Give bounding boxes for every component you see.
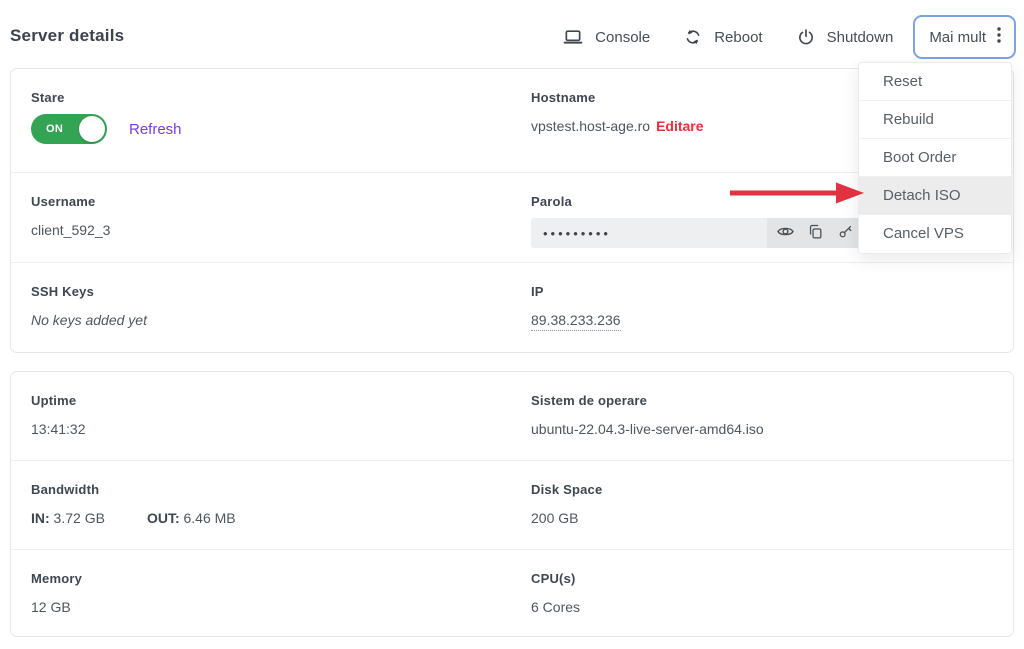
power-icon [797,28,815,46]
bandwidth-field: Bandwidth IN: 3.72 GB OUT: 6.46 MB [31,482,236,526]
ssh-keys-value: No keys added yet [31,312,147,328]
bandwidth-value: IN: 3.72 GB OUT: 6.46 MB [31,510,236,526]
row-uptime-os: Uptime 13:41:32 Sistem de operare ubuntu… [11,372,1013,461]
state-field: Stare ON Refresh [31,90,182,144]
menu-item-boot-order[interactable]: Boot Order [859,139,1011,177]
page-title: Server details [10,26,124,46]
username-field: Username client_592_3 [31,194,110,238]
menu-item-detach-iso[interactable]: Detach ISO [859,177,1011,215]
console-label: Console [595,29,650,46]
hostname-label: Hostname [531,90,704,105]
laptop-icon [563,27,583,47]
cpu-value: 6 Cores [531,599,580,615]
reboot-label: Reboot [714,29,762,46]
server-stats-card: Uptime 13:41:32 Sistem de operare ubuntu… [10,371,1014,637]
bandwidth-label: Bandwidth [31,482,236,497]
ssh-keys-label: SSH Keys [31,284,147,299]
password-input[interactable]: ••••••••• [531,218,767,248]
hostname-edit-link[interactable]: Editare [656,118,703,134]
password-actions [767,218,863,248]
copy-icon [807,223,824,243]
refresh-icon [684,28,702,46]
shutdown-button[interactable]: Shutdown [797,28,894,46]
password-field-group: Parola ••••••••• [531,194,863,248]
console-button[interactable]: Console [563,27,650,47]
username-label: Username [31,194,110,209]
more-button-label: Mai mult [929,29,986,46]
row-ssh-ip: SSH Keys No keys added yet IP 89.38.233.… [11,263,1013,353]
server-details-page: Server details Console Reboot [0,0,1024,649]
uptime-value: 13:41:32 [31,421,86,437]
disk-label: Disk Space [531,482,602,497]
power-state-toggle[interactable]: ON [31,114,107,144]
ip-label: IP [531,284,621,299]
bandwidth-out-value: 6.46 MB [180,510,236,526]
bandwidth-in-value: 3.72 GB [50,510,105,526]
more-dropdown-menu: Reset Rebuild Boot Order Detach ISO Canc… [858,62,1012,254]
row-memory-cpu: Memory 12 GB CPU(s) 6 Cores [11,550,1013,639]
password-generate-button[interactable] [831,219,859,247]
hostname-field: Hostname vpstest.host-age.ro Editare [531,90,704,134]
disk-field: Disk Space 200 GB [531,482,602,526]
ssh-keys-field: SSH Keys No keys added yet [31,284,147,328]
eye-icon [776,222,795,244]
menu-item-reset[interactable]: Reset [859,63,1011,101]
shutdown-label: Shutdown [827,29,894,46]
password-label: Parola [531,194,863,209]
cpu-field: CPU(s) 6 Cores [531,571,580,615]
state-label: Stare [31,90,182,105]
menu-item-rebuild[interactable]: Rebuild [859,101,1011,139]
uptime-field: Uptime 13:41:32 [31,393,86,437]
kebab-vertical-icon [996,25,1002,49]
key-icon [837,223,854,243]
ip-link[interactable]: 89.38.233.236 [531,312,621,331]
os-field: Sistem de operare ubuntu-22.04.3-live-se… [531,393,764,437]
os-label: Sistem de operare [531,393,764,408]
toggle-state-text: ON [46,123,63,135]
disk-value: 200 GB [531,510,602,526]
memory-label: Memory [31,571,82,586]
ip-field: IP 89.38.233.236 [531,284,621,328]
reboot-button[interactable]: Reboot [684,28,762,46]
memory-value: 12 GB [31,599,82,615]
more-button[interactable]: Mai mult [913,15,1016,59]
toggle-knob [79,116,105,142]
cpu-label: CPU(s) [531,571,580,586]
password-copy-button[interactable] [801,219,829,247]
os-value: ubuntu-22.04.3-live-server-amd64.iso [531,421,764,437]
password-view-button[interactable] [771,219,799,247]
row-bandwidth-disk: Bandwidth IN: 3.72 GB OUT: 6.46 MB Disk S… [11,461,1013,550]
bandwidth-in-label: IN: [31,510,50,526]
uptime-label: Uptime [31,393,86,408]
memory-field: Memory 12 GB [31,571,82,615]
username-value: client_592_3 [31,222,110,238]
bandwidth-out-label: OUT: [147,510,180,526]
toolbar: Console Reboot Shutdown [563,15,1016,59]
hostname-value: vpstest.host-age.ro [531,118,650,134]
refresh-link[interactable]: Refresh [129,121,182,138]
menu-item-cancel-vps[interactable]: Cancel VPS [859,215,1011,253]
